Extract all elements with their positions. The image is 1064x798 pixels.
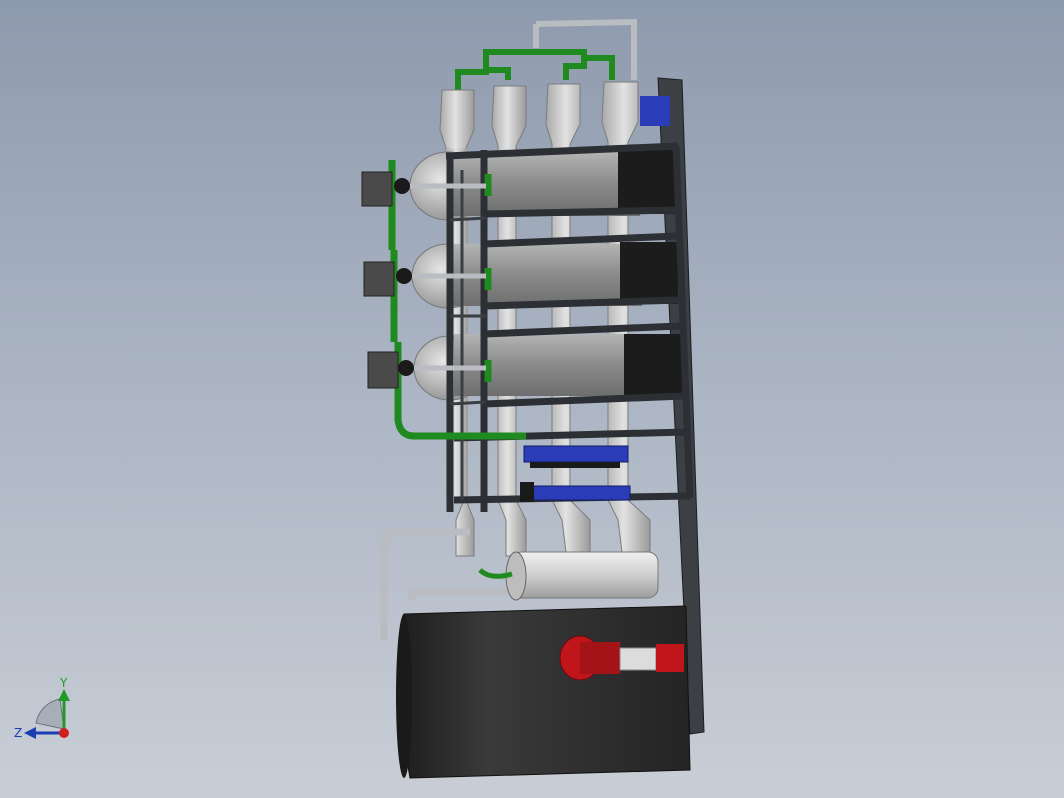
- inlet-valve-actuator-2[interactable]: [363, 261, 412, 297]
- booster-pump-1[interactable]: [523, 445, 629, 468]
- z-axis-label: Z: [14, 726, 22, 740]
- y-axis-label: Y: [59, 676, 68, 690]
- top-green-manifold[interactable]: [455, 49, 615, 90]
- view-orientation-triad: Y Z: [14, 676, 70, 740]
- cad-viewport[interactable]: Y Z: [0, 0, 1064, 798]
- z-axis-arrowhead: [24, 727, 36, 739]
- water-tank[interactable]: [396, 605, 691, 779]
- inlet-valve-actuator-1[interactable]: [361, 171, 410, 207]
- triad-quadrant: [35, 698, 65, 730]
- top-blue-valve[interactable]: [640, 96, 670, 126]
- x-axis-dot: [59, 728, 69, 738]
- y-axis-arrowhead: [58, 689, 70, 701]
- inlet-valve-actuator-3[interactable]: [367, 351, 414, 389]
